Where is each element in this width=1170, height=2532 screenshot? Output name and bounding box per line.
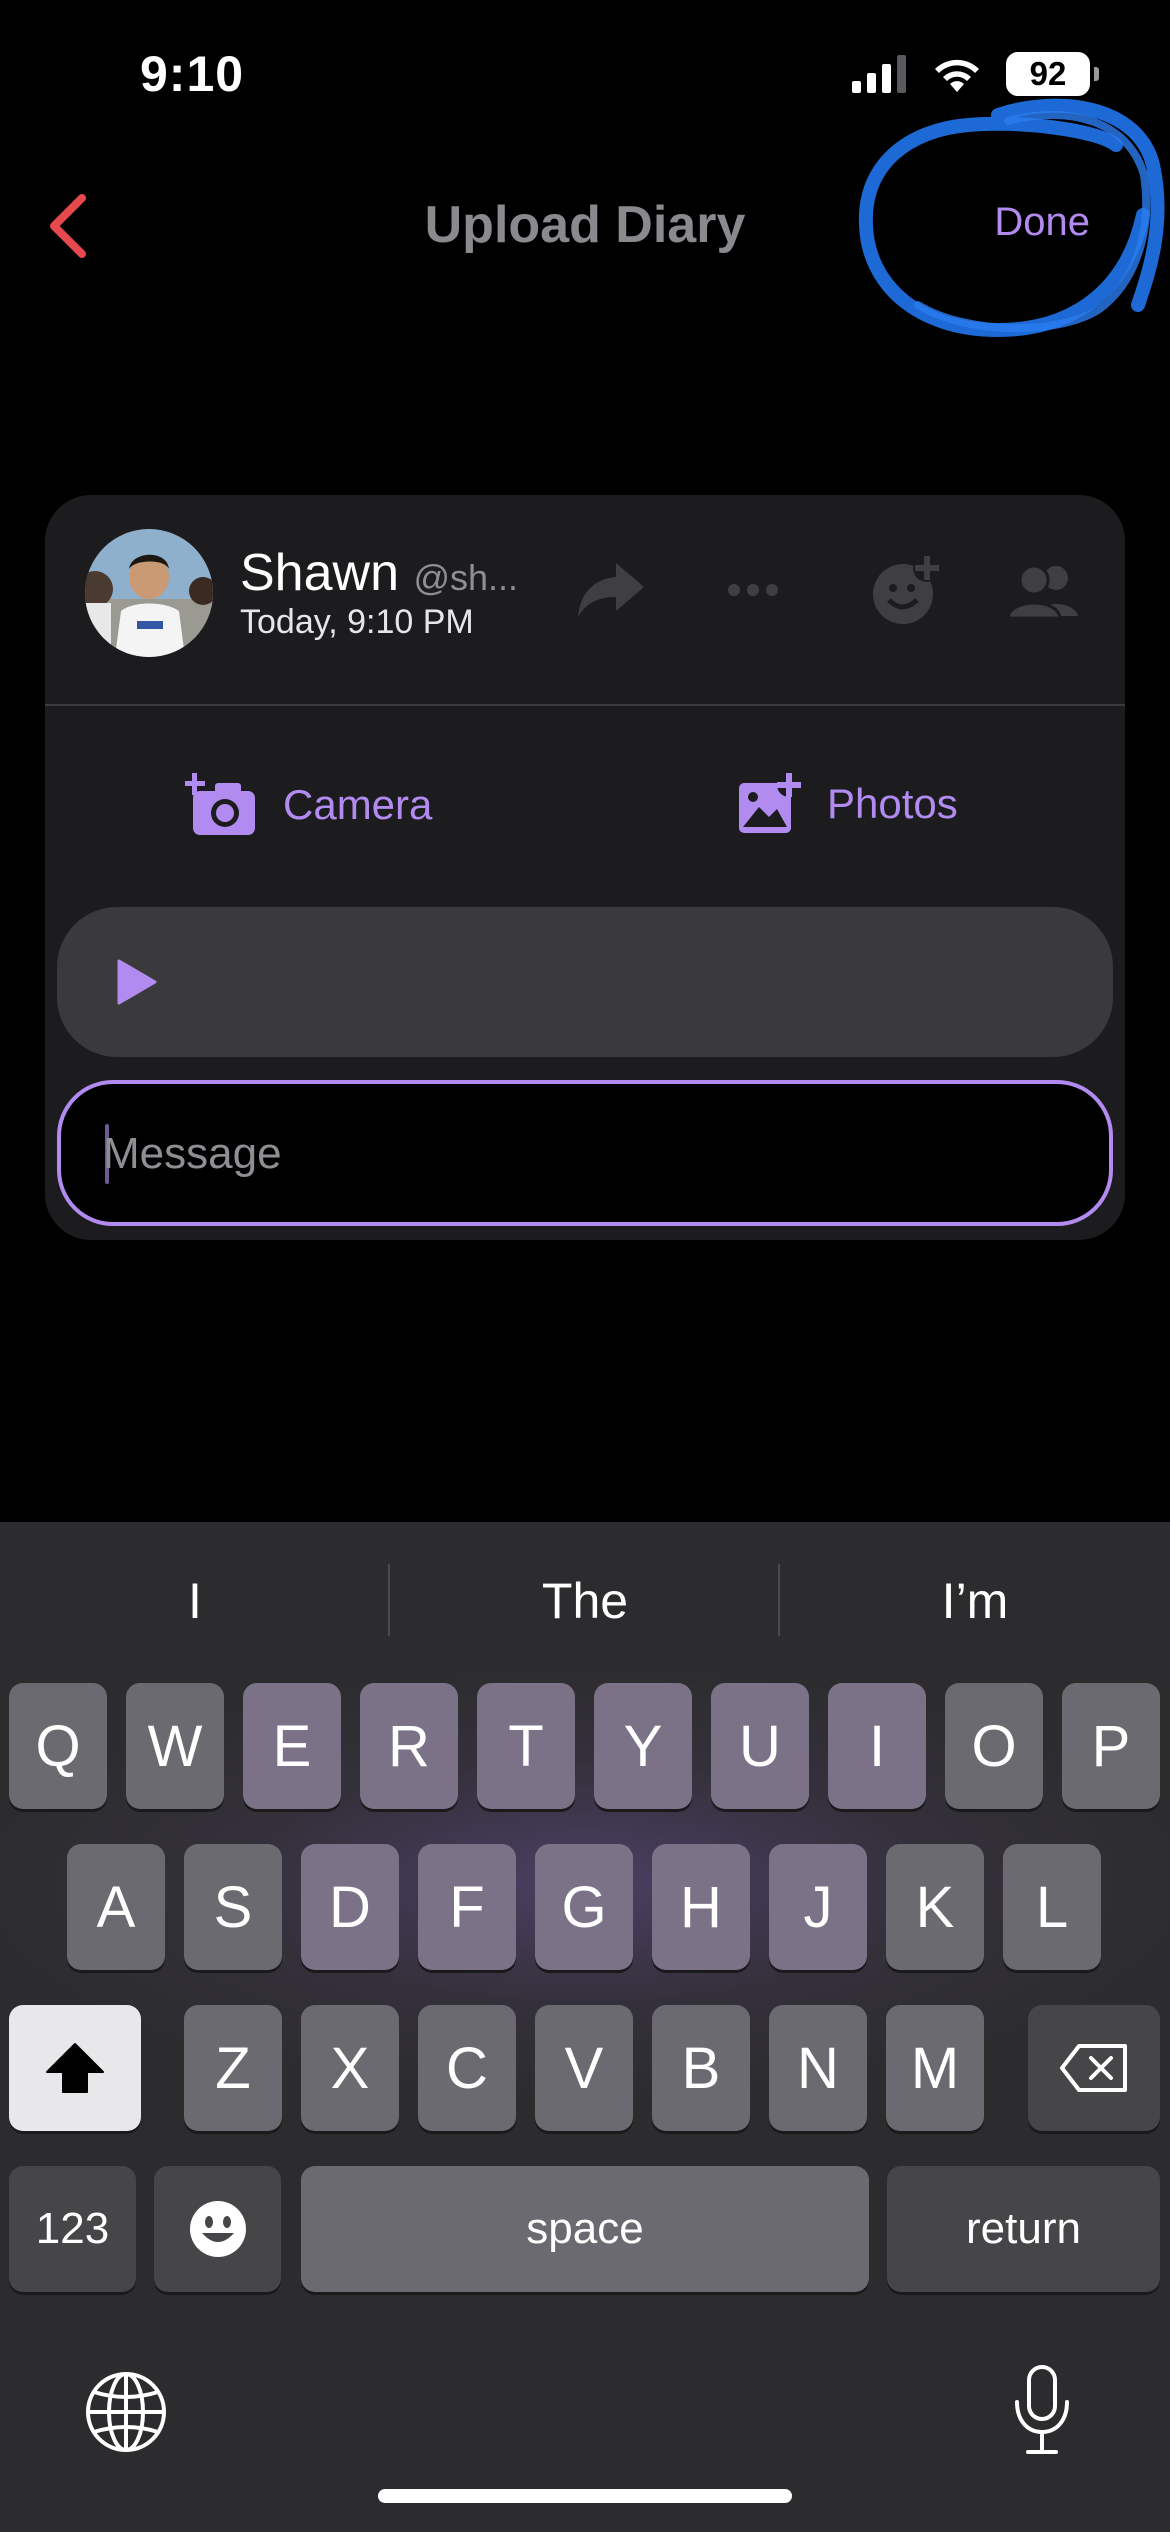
key-r[interactable]: R xyxy=(360,1683,458,1809)
photos-label: Photos xyxy=(827,780,958,827)
key-k[interactable]: K xyxy=(886,1844,984,1970)
key-d[interactable]: D xyxy=(301,1844,399,1970)
key-b[interactable]: B xyxy=(652,2005,750,2131)
key-h[interactable]: H xyxy=(652,1844,750,1970)
key-y[interactable]: Y xyxy=(594,1683,692,1809)
key-a[interactable]: A xyxy=(67,1844,165,1970)
people-icon xyxy=(1006,564,1078,618)
key-c[interactable]: C xyxy=(418,2005,516,2131)
predictive-bar: I The I’m xyxy=(0,1522,1170,1672)
avatar-photo xyxy=(85,529,213,657)
emoji-key[interactable] xyxy=(154,2166,281,2292)
user-name-line: Shawn @sh... xyxy=(240,543,518,603)
upload-diary-screen: 9:10 92 Upload Diary Done Shawn @sh... T… xyxy=(0,0,1170,2532)
card-header: Shawn @sh... Today, 9:10 PM xyxy=(45,495,1125,705)
home-indicator[interactable] xyxy=(378,2489,792,2503)
key-j[interactable]: J xyxy=(769,1844,867,1970)
user-name: Shawn xyxy=(240,544,399,602)
suggestion-1[interactable]: I xyxy=(0,1572,390,1630)
play-button[interactable] xyxy=(117,959,157,1010)
shift-arrow-icon xyxy=(46,2043,104,2093)
card-divider xyxy=(45,704,1125,706)
space-key[interactable]: space xyxy=(301,2166,869,2292)
key-s[interactable]: S xyxy=(184,1844,282,1970)
user-handle: @sh... xyxy=(413,557,519,598)
audio-player xyxy=(57,907,1113,1057)
key-t[interactable]: T xyxy=(477,1683,575,1809)
photo-add-icon xyxy=(739,773,801,833)
more-icon xyxy=(728,584,778,596)
key-n[interactable]: N xyxy=(769,2005,867,2131)
key-v[interactable]: V xyxy=(535,2005,633,2131)
return-key[interactable]: return xyxy=(887,2166,1160,2292)
add-reaction-button[interactable] xyxy=(867,554,947,625)
key-l[interactable]: L xyxy=(1003,1844,1101,1970)
shift-key[interactable] xyxy=(9,2005,141,2131)
numbers-key[interactable]: 123 xyxy=(9,2166,136,2292)
post-timestamp: Today, 9:10 PM xyxy=(240,603,474,641)
key-z[interactable]: Z xyxy=(184,2005,282,2131)
keyboard: I The I’m Q W E R T Y U I O P A S D F G … xyxy=(0,1522,1170,2532)
message-input[interactable] xyxy=(103,1114,1003,1194)
key-q[interactable]: Q xyxy=(9,1683,107,1809)
photos-button[interactable]: Photos xyxy=(737,773,958,835)
suggestion-3[interactable]: I’m xyxy=(780,1572,1170,1630)
camera-button[interactable]: Camera xyxy=(185,773,432,837)
avatar[interactable] xyxy=(85,529,213,657)
friends-button[interactable] xyxy=(1003,555,1083,625)
key-o[interactable]: O xyxy=(945,1683,1043,1809)
globe-icon xyxy=(86,2372,166,2452)
delete-key[interactable] xyxy=(1028,2005,1160,2131)
done-button[interactable]: Done xyxy=(994,200,1090,245)
message-field[interactable] xyxy=(57,1080,1113,1226)
globe-button[interactable] xyxy=(84,2370,168,2459)
camera-add-icon xyxy=(185,773,255,835)
add-reaction-icon xyxy=(873,554,941,624)
key-x[interactable]: X xyxy=(301,2005,399,2131)
camera-label: Camera xyxy=(283,781,433,828)
key-u[interactable]: U xyxy=(711,1683,809,1809)
backspace-icon xyxy=(1060,2044,1127,2092)
suggestion-2[interactable]: The xyxy=(390,1572,780,1630)
diary-card: Shawn @sh... Today, 9:10 PM Camera Photo… xyxy=(45,495,1125,1240)
key-f[interactable]: F xyxy=(418,1844,516,1970)
share-arrow-icon xyxy=(578,563,644,617)
microphone-icon xyxy=(1015,2365,1069,2454)
key-p[interactable]: P xyxy=(1062,1683,1160,1809)
key-e[interactable]: E xyxy=(243,1683,341,1809)
key-i[interactable]: I xyxy=(828,1683,926,1809)
key-g[interactable]: G xyxy=(535,1844,633,1970)
emoji-icon xyxy=(189,2201,246,2257)
key-w[interactable]: W xyxy=(126,1683,224,1809)
dictation-button[interactable] xyxy=(1012,2364,1072,2461)
play-icon xyxy=(117,959,157,1005)
status-time: 9:10 xyxy=(140,46,245,102)
share-button[interactable] xyxy=(571,555,651,625)
key-m[interactable]: M xyxy=(886,2005,984,2131)
more-options-button[interactable] xyxy=(713,555,793,625)
